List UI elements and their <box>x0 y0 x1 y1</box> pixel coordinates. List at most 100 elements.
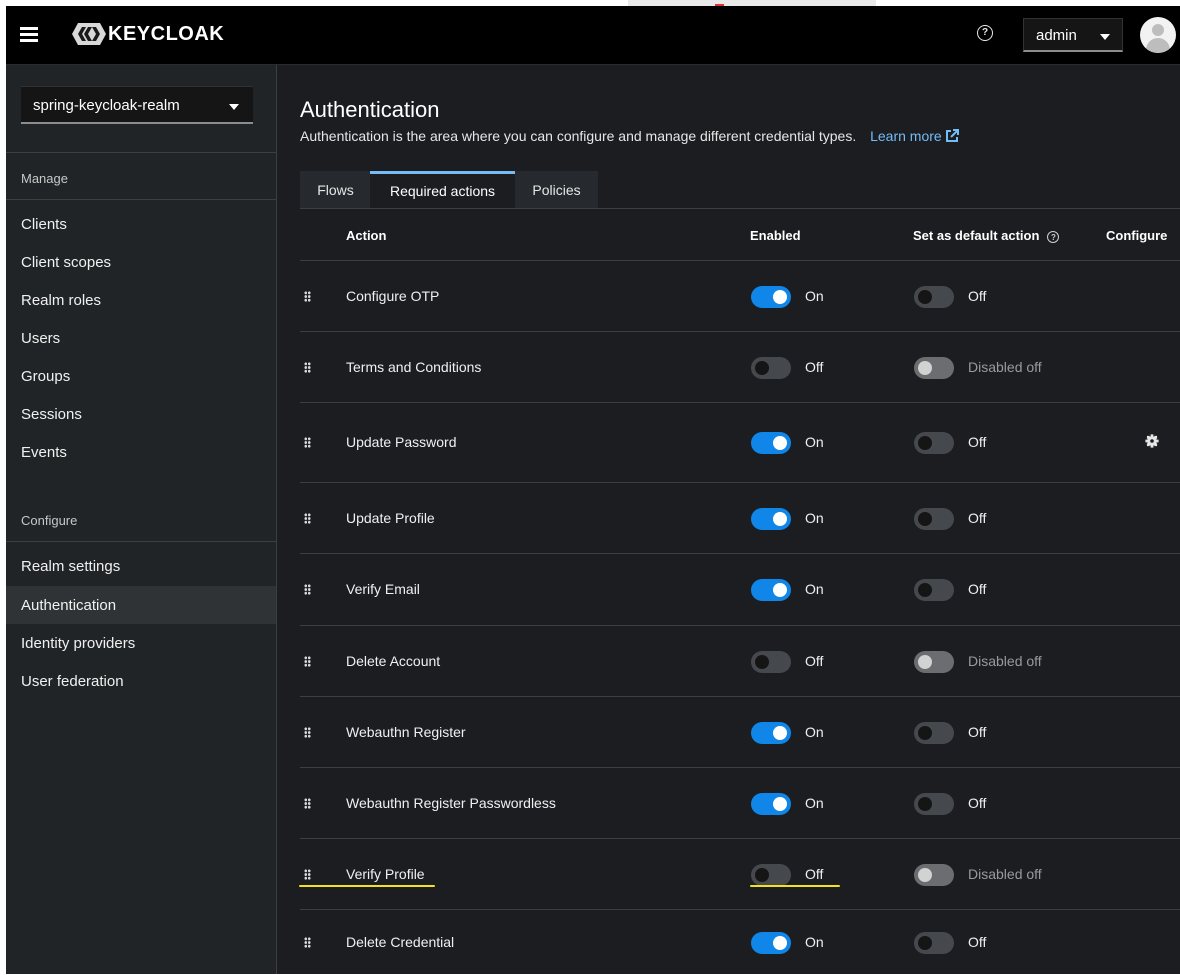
column-header-action: Action <box>346 228 387 243</box>
masthead: KEYCLOAK ? admin <box>6 6 1180 65</box>
enabled-toggle[interactable] <box>751 722 791 744</box>
drag-handle-icon[interactable] <box>304 291 311 302</box>
enabled-toggle[interactable] <box>751 508 791 530</box>
enabled-toggle[interactable] <box>751 579 791 601</box>
action-name: Delete Account <box>346 653 441 669</box>
enabled-toggle-label: On <box>805 434 824 450</box>
default-action-toggle-label: Off <box>968 510 987 526</box>
enabled-toggle[interactable] <box>751 932 791 954</box>
sidebar-item-events[interactable]: Events <box>6 433 276 471</box>
sidebar-item-identity-providers[interactable]: Identity providers <box>6 624 276 662</box>
external-link-icon <box>945 129 959 142</box>
sidebar-item-sessions[interactable]: Sessions <box>6 395 276 433</box>
sidebar-item-groups[interactable]: Groups <box>6 357 276 395</box>
gear-icon[interactable] <box>1145 434 1159 448</box>
drag-handle-icon[interactable] <box>304 869 311 880</box>
tab-required-actions[interactable]: Required actions <box>370 171 515 209</box>
action-name: Webauthn Register <box>346 724 466 740</box>
action-name: Terms and Conditions <box>346 359 482 375</box>
enabled-toggle-label: On <box>805 795 824 811</box>
default-action-toggle <box>914 357 954 379</box>
sidebar-item-users[interactable]: Users <box>6 319 276 357</box>
realm-selector[interactable]: spring-keycloak-realm <box>21 86 253 124</box>
default-action-toggle[interactable] <box>914 579 954 601</box>
brand-logo[interactable]: KEYCLOAK <box>72 22 224 46</box>
drag-handle-icon[interactable] <box>304 362 311 373</box>
action-name: Configure OTP <box>346 288 440 304</box>
sidebar-item-user-federation[interactable]: User federation <box>6 662 276 700</box>
learn-more-link[interactable]: Learn more <box>870 128 959 144</box>
table-row: Delete Credential On Off <box>300 909 1180 975</box>
table-row: Configure OTP On Off <box>300 260 1180 332</box>
drag-handle-icon[interactable] <box>304 584 311 595</box>
help-icon[interactable]: ? <box>1047 230 1060 243</box>
table-row: Terms and Conditions Off Disabled off <box>300 331 1180 403</box>
default-action-toggle[interactable] <box>914 286 954 308</box>
column-header-enabled: Enabled <box>750 228 801 243</box>
drag-handle-icon[interactable] <box>304 437 311 448</box>
drag-handle-icon[interactable] <box>304 727 311 738</box>
action-name: Update Profile <box>346 510 435 526</box>
drag-handle-icon[interactable] <box>304 937 311 948</box>
enabled-toggle[interactable] <box>751 864 791 886</box>
column-header-configure: Configure <box>1106 228 1168 243</box>
annotation-underline <box>299 885 435 887</box>
sidebar-divider <box>6 199 276 200</box>
section-label-configure: Configure <box>21 513 78 528</box>
default-action-toggle[interactable] <box>914 932 954 954</box>
drag-handle-icon[interactable] <box>304 513 311 524</box>
default-action-toggle[interactable] <box>914 432 954 454</box>
action-name: Verify Profile <box>346 866 425 882</box>
enabled-toggle-label: On <box>805 288 824 304</box>
default-action-toggle-label: Off <box>968 288 987 304</box>
table-row: Update Password On Off <box>300 402 1180 483</box>
avatar[interactable] <box>1140 17 1176 53</box>
enabled-toggle[interactable] <box>751 432 791 454</box>
sidebar-divider <box>6 541 276 542</box>
table-row: Webauthn Register Passwordless On Off <box>300 767 1180 839</box>
sidebar-item-clients[interactable]: Clients <box>6 205 276 243</box>
enabled-toggle-label: Off <box>805 866 824 882</box>
user-name: admin <box>1036 27 1077 44</box>
caret-down-icon <box>229 104 239 110</box>
drag-handle-icon[interactable] <box>304 798 311 809</box>
help-icon[interactable]: ? <box>977 25 993 41</box>
user-dropdown[interactable]: admin <box>1023 18 1123 52</box>
table-row: Verify Profile Off Disabled off <box>300 838 1180 910</box>
page-title: Authentication <box>300 97 440 122</box>
brand-name: KEYCLOAK <box>108 22 225 45</box>
learn-more-label: Learn more <box>870 128 942 144</box>
enabled-toggle-label: On <box>805 724 824 740</box>
tab-policies[interactable]: Policies <box>515 171 598 209</box>
default-action-toggle-label: Disabled off <box>968 359 1042 375</box>
enabled-toggle-label: Off <box>805 653 824 669</box>
drag-handle-icon[interactable] <box>304 656 311 667</box>
sidebar-item-realm-settings[interactable]: Realm settings <box>6 547 276 585</box>
column-header-default-label: Set as default action <box>913 228 1040 243</box>
enabled-toggle[interactable] <box>751 286 791 308</box>
enabled-toggle-label: Off <box>805 359 824 375</box>
sidebar-divider <box>6 152 276 153</box>
sidebar-item-authentication[interactable]: Authentication <box>6 586 276 624</box>
default-action-toggle-label: Off <box>968 934 987 950</box>
hamburger-menu-icon[interactable] <box>20 27 38 42</box>
tab-flows[interactable]: Flows <box>300 171 371 209</box>
action-name: Verify Email <box>346 581 420 597</box>
default-action-toggle-label: Off <box>968 724 987 740</box>
sidebar-item-client-scopes[interactable]: Client scopes <box>6 243 276 281</box>
caret-down-icon <box>1100 34 1110 40</box>
default-action-toggle-label: Off <box>968 434 987 450</box>
default-action-toggle[interactable] <box>914 722 954 744</box>
enabled-toggle[interactable] <box>751 357 791 379</box>
sidebar-item-realm-roles[interactable]: Realm roles <box>6 281 276 319</box>
realm-name: spring-keycloak-realm <box>33 97 180 114</box>
section-label-manage: Manage <box>21 171 68 186</box>
enabled-toggle[interactable] <box>751 651 791 673</box>
annotation-underline <box>750 885 840 887</box>
default-action-toggle-label: Disabled off <box>968 866 1042 882</box>
default-action-toggle[interactable] <box>914 793 954 815</box>
default-action-toggle[interactable] <box>914 508 954 530</box>
enabled-toggle[interactable] <box>751 793 791 815</box>
tab-underline <box>300 208 1180 209</box>
main-content: Authentication Authentication is the are… <box>277 65 1180 974</box>
